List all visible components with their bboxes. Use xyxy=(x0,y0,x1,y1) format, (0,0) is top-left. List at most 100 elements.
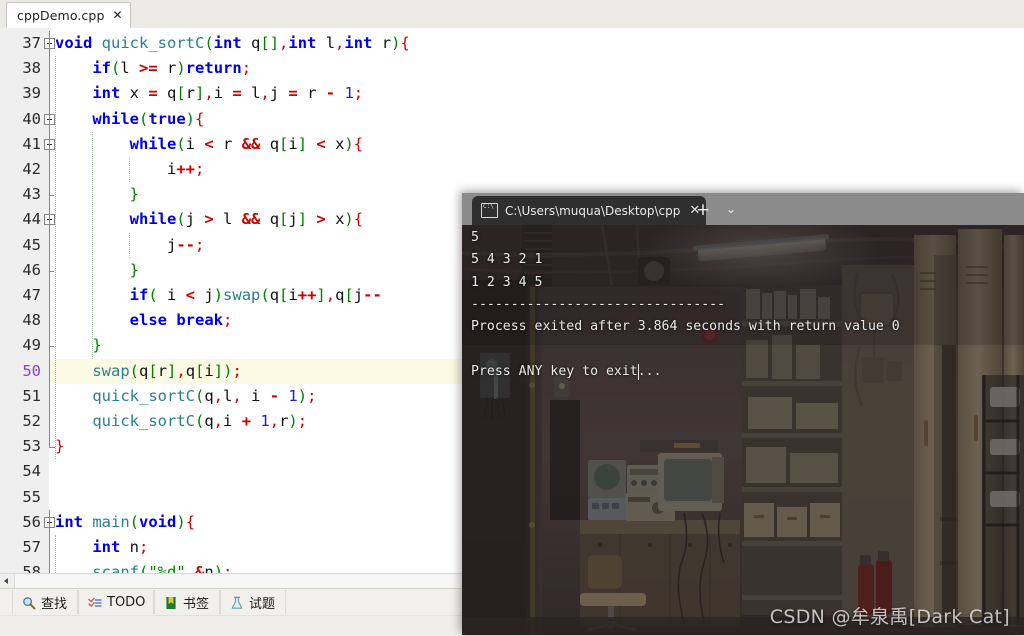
toolbar-button-bookmark[interactable]: 书签 xyxy=(154,590,220,614)
bookmark-icon xyxy=(164,595,178,609)
fold-bracket-line xyxy=(49,509,50,535)
code-line[interactable]: 40 while(true){ xyxy=(0,107,1024,132)
terminal-output: 5 5 4 3 2 1 1 2 3 4 5 ---------------------… xyxy=(471,227,1024,383)
toolbar-button-label: 查找 xyxy=(41,596,68,612)
code-text: else break; xyxy=(129,311,233,330)
code-text: int x = q[r],i = l,j = r - 1; xyxy=(92,84,364,103)
toolbar-button-search[interactable]: 查找 xyxy=(12,590,78,614)
indent-guide xyxy=(128,157,130,183)
code-line[interactable]: 39 int x = q[r],i = l,j = r - 1; xyxy=(0,81,1024,106)
line-number: 52 xyxy=(22,412,41,430)
search-icon xyxy=(22,595,36,610)
close-icon[interactable]: ✕ xyxy=(112,9,122,21)
toolbar-button-label: 书签 xyxy=(183,596,210,612)
terminal-output-line: 1 2 3 4 5 xyxy=(471,274,543,290)
code-text: if( i < j)swap(q[i++],q[j-- xyxy=(129,286,382,304)
code-text: void quick_sortC(int q[],int l,int r){ xyxy=(55,34,410,52)
fold-bracket-line xyxy=(49,383,50,409)
line-number: 57 xyxy=(22,538,41,556)
fold-bracket-line xyxy=(49,283,50,309)
fold-bracket-line xyxy=(49,358,50,384)
code-text: } xyxy=(92,336,102,355)
indent-guide xyxy=(55,535,56,573)
line-number: 55 xyxy=(22,487,41,506)
line-number: 40 xyxy=(22,109,41,128)
code-text: scanf("%d",&n); xyxy=(92,563,233,573)
code-text: } xyxy=(129,185,139,204)
fold-bracket-line xyxy=(49,535,50,561)
indent-guide xyxy=(55,56,56,460)
code-line[interactable]: 37 void quick_sortC(int q[],int l,int r){ xyxy=(0,31,1024,56)
code-text: swap(q[r],q[i]); xyxy=(92,361,242,380)
fold-bracket-line xyxy=(49,31,50,57)
fold-bracket-line xyxy=(49,81,50,107)
terminal-tab-title: C:\Users\muqua\Desktop\cpp xyxy=(505,203,681,218)
line-number: 49 xyxy=(22,336,41,355)
fold-bracket-line xyxy=(49,131,50,157)
line-number: 42 xyxy=(22,160,41,178)
code-line[interactable]: 42 i++; xyxy=(0,157,1024,182)
tabstrip-empty-area xyxy=(132,0,1024,27)
code-text: } xyxy=(55,437,65,456)
fold-bracket-line xyxy=(49,106,50,132)
editor-tabstrip: cppDemo.cpp ✕ xyxy=(0,0,1024,29)
fold-end-tick xyxy=(49,447,55,449)
terminal-output-line: Process exited after 3.864 seconds with … xyxy=(471,319,900,335)
code-text: if(l >= r)return; xyxy=(92,59,252,78)
fold-end-tick xyxy=(49,195,54,197)
indent-guide xyxy=(128,232,130,258)
terminal-output-line: -------------------------------- xyxy=(471,296,726,312)
fold-bracket-line xyxy=(49,207,50,233)
code-line[interactable]: 38 if(l >= r)return; xyxy=(0,56,1024,81)
code-line[interactable]: 41 while(i < r && q[i] < x){ xyxy=(0,132,1024,157)
fold-end-tick xyxy=(49,346,54,348)
terminal-output-line: 5 xyxy=(471,230,479,245)
line-number: 48 xyxy=(22,311,41,330)
toolbar-button-todo[interactable]: TODO xyxy=(78,590,154,614)
line-number: 58 xyxy=(22,563,41,573)
code-text: while(j > l && q[j] > x){ xyxy=(129,210,364,229)
toolbar-button-label: TODO xyxy=(107,594,146,610)
code-text: while(i < r && q[i] < x){ xyxy=(129,134,364,153)
windows-terminal-window[interactable]: C:\Users\muqua\Desktop\cpp ✕ + ⌄ xyxy=(462,193,1024,635)
fold-end-tick xyxy=(49,270,54,272)
fold-bracket-line xyxy=(49,232,50,258)
code-text: } xyxy=(129,260,139,279)
code-text: quick_sortC(q,i + 1,r); xyxy=(92,412,308,430)
watermark: CSDN @牟泉禹[Dark Cat] xyxy=(769,606,1010,628)
line-number: 56 xyxy=(22,512,41,531)
terminal-titlebar[interactable]: C:\Users\muqua\Desktop\cpp ✕ + ⌄ xyxy=(462,193,1024,225)
code-text: int n; xyxy=(92,538,149,556)
tab-label: cppDemo.cpp xyxy=(17,7,105,23)
tab-cppdemo-cpp[interactable]: cppDemo.cpp ✕ xyxy=(6,2,131,28)
chevron-down-icon[interactable]: ⌄ xyxy=(720,200,742,220)
terminal-output-line: 5 4 3 2 1 xyxy=(471,252,543,268)
fold-bracket-line xyxy=(49,560,50,573)
todo-icon xyxy=(88,595,102,609)
line-number: 41 xyxy=(22,134,41,153)
line-number: 54 xyxy=(22,462,41,481)
fold-bracket-line xyxy=(49,308,50,334)
line-number: 46 xyxy=(22,260,41,279)
toolbar-button-flask[interactable]: 试题 xyxy=(220,590,286,614)
terminal-cursor xyxy=(637,363,640,380)
fold-bracket-line xyxy=(49,409,50,435)
line-number: 44 xyxy=(22,210,41,229)
code-text: int main(void){ xyxy=(55,512,196,531)
scroll-left-arrow-icon[interactable] xyxy=(0,574,15,589)
line-number: 43 xyxy=(22,185,41,204)
line-number: 50 xyxy=(22,361,41,380)
line-number: 37 xyxy=(22,34,41,52)
new-tab-icon[interactable]: + xyxy=(692,200,714,220)
terminal-body[interactable]: 5 5 4 3 2 1 1 2 3 4 5 ---------------------… xyxy=(462,225,1024,635)
line-number: 39 xyxy=(22,84,41,103)
toolbar-button-label: 试题 xyxy=(249,596,276,612)
fold-bracket-line xyxy=(49,157,50,183)
indent-guide xyxy=(91,131,93,359)
terminal-tab[interactable]: C:\Users\muqua\Desktop\cpp ✕ xyxy=(472,196,707,225)
code-text: while(true){ xyxy=(92,109,205,128)
line-number: 53 xyxy=(22,437,41,456)
line-number: 47 xyxy=(22,286,41,304)
fold-bracket-line xyxy=(49,56,50,82)
console-icon xyxy=(481,203,498,218)
